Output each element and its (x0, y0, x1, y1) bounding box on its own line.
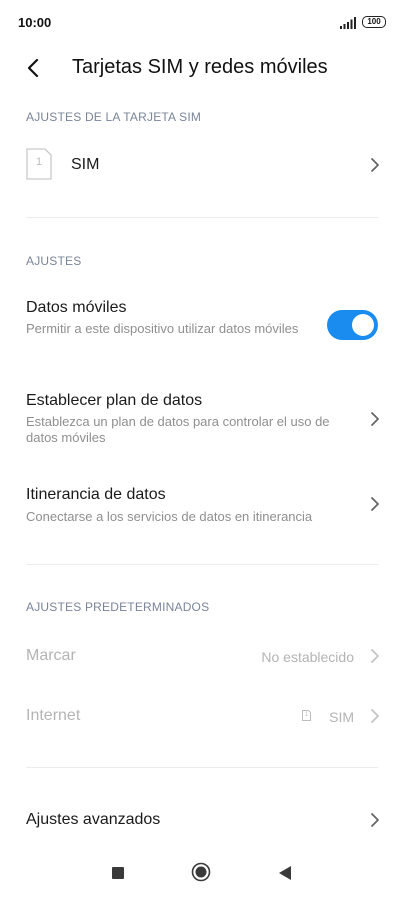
advanced-settings-title: Ajustes avanzados (26, 811, 161, 828)
sim-name-label: SIM (71, 156, 100, 173)
chevron-right-icon (371, 813, 379, 827)
back-arrow-icon[interactable] (20, 54, 48, 82)
chevron-right-icon (371, 649, 379, 663)
divider (26, 564, 378, 565)
home-button-icon[interactable] (191, 862, 211, 882)
data-plan-row[interactable]: Establecer plan de datos Establezca un p… (0, 383, 404, 455)
internet-row[interactable]: Internet 1 SIM (0, 696, 404, 736)
sim-card-row[interactable]: 1 SIM (0, 140, 404, 190)
signal-icon (340, 17, 356, 29)
chevron-right-icon (371, 412, 379, 426)
internet-sim-slot-number: 1 (305, 712, 309, 718)
chevron-right-icon (371, 709, 379, 723)
status-time: 10:00 (18, 15, 52, 30)
chevron-right-icon (371, 158, 379, 172)
mobile-data-subtitle: Permitir a este dispositivo utilizar dat… (26, 321, 299, 336)
advanced-settings-row[interactable]: Ajustes avanzados (0, 800, 404, 840)
internet-value: SIM (329, 709, 354, 725)
data-plan-title: Establecer plan de datos (26, 392, 203, 409)
dial-title: Marcar (26, 647, 76, 664)
divider (26, 217, 378, 218)
status-bar: 10:00 100 (0, 0, 404, 44)
toggle-knob (352, 314, 374, 336)
header: Tarjetas SIM y redes móviles (0, 44, 404, 92)
battery-level: 100 (367, 17, 381, 26)
navigation-bar (0, 848, 404, 897)
section-label-sim-settings: AJUSTES DE LA TARJETA SIM (26, 110, 202, 124)
divider (26, 767, 378, 768)
data-roaming-subtitle: Conectarse a los servicios de datos en i… (26, 509, 313, 524)
internet-title: Internet (26, 707, 81, 724)
mobile-data-toggle[interactable] (327, 310, 378, 340)
data-roaming-title: Itinerancia de datos (26, 486, 166, 503)
section-label-settings: AJUSTES (26, 254, 82, 268)
data-roaming-row[interactable]: Itinerancia de datos Conectarse a los se… (0, 478, 404, 534)
section-label-defaults: AJUSTES PREDETERMINADOS (26, 600, 210, 614)
recents-button-icon[interactable] (112, 867, 124, 879)
battery-icon: 100 (362, 16, 386, 28)
data-plan-subtitle: Establezca un plan de datos para control… (26, 414, 330, 445)
dial-row[interactable]: Marcar No establecido (0, 636, 404, 676)
back-button-icon[interactable] (278, 865, 292, 881)
sim-slot-number: 1 (36, 156, 43, 168)
dial-value: No establecido (261, 649, 354, 665)
mobile-data-title: Datos móviles (26, 299, 127, 316)
page-title: Tarjetas SIM y redes móviles (72, 56, 328, 78)
chevron-right-icon (371, 497, 379, 511)
